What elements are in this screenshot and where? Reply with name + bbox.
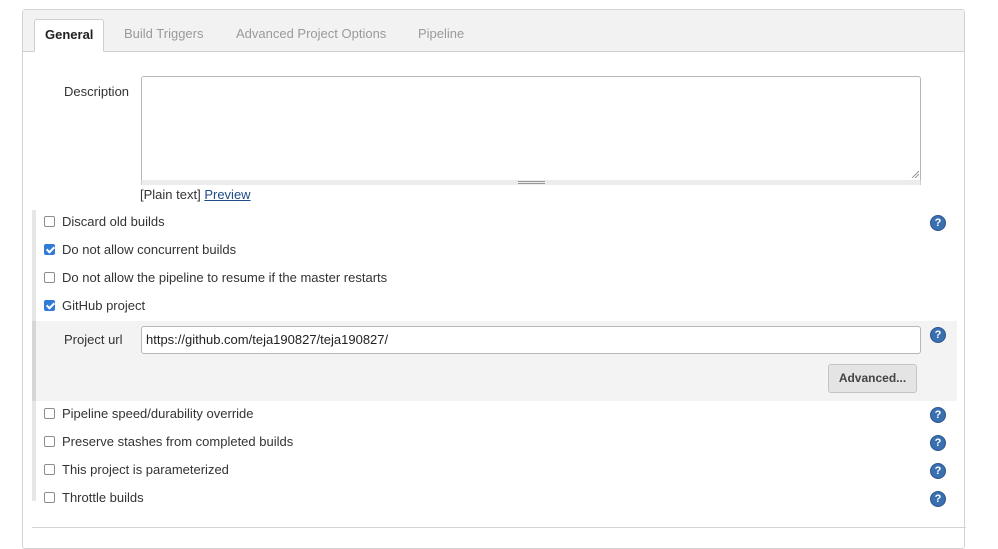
project-url-label: Project url: [64, 332, 123, 347]
nested-indent-bar: [32, 321, 36, 401]
tab-pipeline[interactable]: Pipeline: [408, 19, 474, 51]
no-resume-checkbox[interactable]: [44, 272, 55, 283]
pipeline-speed-checkbox[interactable]: [44, 408, 55, 419]
description-label: Description: [64, 84, 130, 99]
option-label: Preserve stashes from completed builds: [62, 434, 294, 449]
help-icon-discard-old-builds[interactable]: ?: [930, 215, 946, 231]
option-label: Discard old builds: [62, 214, 165, 229]
preserve-stashes-checkbox[interactable]: [44, 436, 55, 447]
config-panel: General Build Triggers Advanced Project …: [22, 9, 966, 549]
help-icon-parameterized[interactable]: ?: [930, 463, 946, 479]
help-icon-preserve-stashes[interactable]: ?: [930, 435, 946, 451]
section-divider: [32, 527, 966, 528]
help-icon-pipeline-speed[interactable]: ?: [930, 407, 946, 423]
textarea-resize-icon[interactable]: [911, 170, 919, 178]
advanced-button[interactable]: Advanced...: [828, 364, 917, 393]
option-label: GitHub project: [62, 298, 146, 313]
option-label: Pipeline speed/durability override: [62, 406, 254, 421]
tab-bar: General Build Triggers Advanced Project …: [23, 10, 964, 52]
github-project-checkbox[interactable]: [44, 300, 55, 311]
project-url-input[interactable]: https://github.com/teja190827/teja190827…: [141, 326, 921, 354]
help-icon-throttle-builds[interactable]: ?: [930, 491, 946, 507]
format-hint: [Plain text] Preview: [140, 187, 251, 202]
no-concurrent-builds-checkbox[interactable]: [44, 244, 55, 255]
tab-advanced-project-options[interactable]: Advanced Project Options: [226, 19, 396, 51]
option-label: This project is parameterized: [62, 462, 229, 477]
resize-grip-icon[interactable]: [518, 181, 545, 184]
throttle-builds-checkbox[interactable]: [44, 492, 55, 503]
discard-old-builds-checkbox[interactable]: [44, 216, 55, 227]
tab-build-triggers[interactable]: Build Triggers: [114, 19, 213, 51]
help-icon-project-url[interactable]: ?: [930, 327, 946, 343]
option-label: Throttle builds: [62, 490, 144, 505]
parameterized-checkbox[interactable]: [44, 464, 55, 475]
plain-text-label: [Plain text]: [140, 187, 201, 202]
preview-link[interactable]: Preview: [204, 187, 250, 202]
tab-general[interactable]: General: [34, 19, 105, 52]
option-label: Do not allow concurrent builds: [62, 242, 237, 257]
option-label: Do not allow the pipeline to resume if t…: [62, 270, 388, 285]
description-textarea[interactable]: [141, 76, 921, 184]
